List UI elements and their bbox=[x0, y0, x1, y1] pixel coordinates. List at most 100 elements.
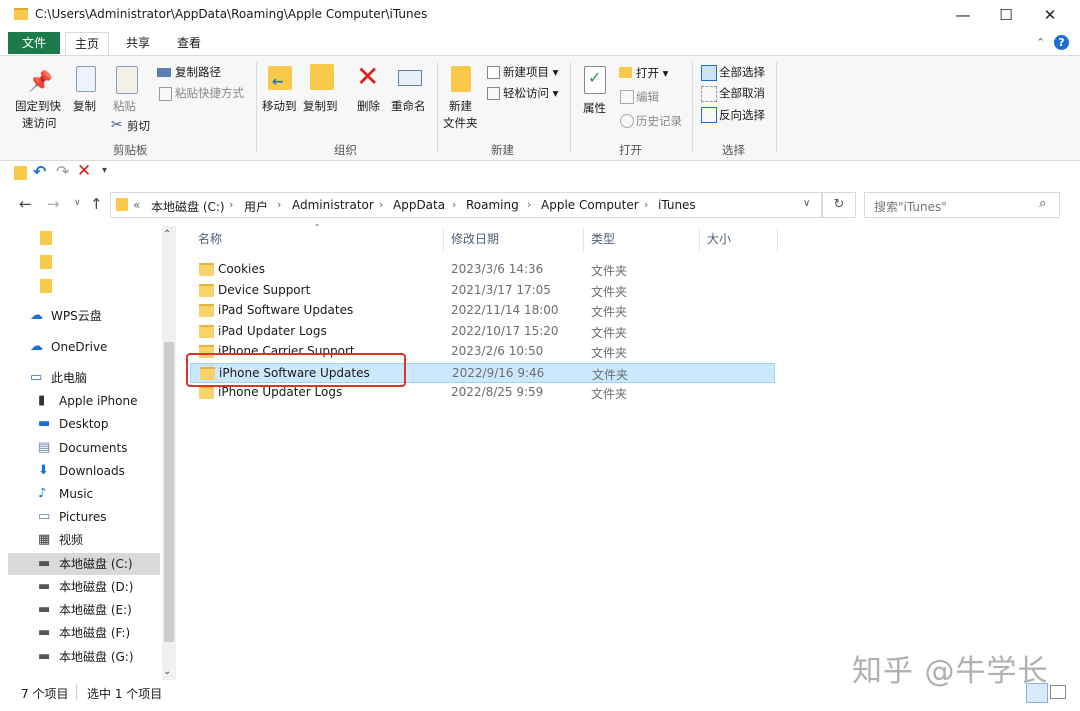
sidebar-item-label: Apple iPhone bbox=[59, 394, 138, 408]
invert-selection-button[interactable]: 反向选择 bbox=[719, 107, 765, 123]
refresh-icon[interactable]: ↻ bbox=[822, 192, 856, 218]
search-box[interactable]: 搜索"iTunes" ⌕ bbox=[864, 192, 1060, 218]
pin-quick-access-label-1[interactable]: 固定到快 bbox=[15, 98, 61, 114]
status-divider bbox=[76, 684, 77, 700]
column-divider[interactable] bbox=[777, 228, 778, 252]
tab-view[interactable]: 查看 bbox=[168, 32, 210, 54]
search-input[interactable]: 搜索"iTunes" bbox=[874, 198, 947, 215]
file-row[interactable]: Cookies 2023/3/6 14:36 文件夹 bbox=[190, 260, 775, 280]
tab-share[interactable]: 共享 bbox=[117, 32, 159, 54]
redo-icon[interactable]: ↷ bbox=[56, 162, 69, 181]
forward-icon[interactable]: → bbox=[47, 195, 60, 213]
history-button[interactable]: 历史记录 bbox=[636, 113, 682, 129]
folder-icon[interactable] bbox=[40, 231, 52, 245]
new-folder-button-line2[interactable]: 文件夹 bbox=[443, 115, 478, 131]
sidebar-item[interactable]: ☁ WPS云盘 bbox=[8, 305, 160, 327]
copy-path-button[interactable]: 复制路径 bbox=[175, 64, 221, 80]
easy-access-icon bbox=[487, 87, 500, 100]
up-icon[interactable]: ↑ bbox=[90, 195, 103, 213]
column-divider[interactable] bbox=[583, 228, 584, 252]
crumb-roaming[interactable]: Roaming bbox=[466, 198, 519, 212]
sidebar-item[interactable]: ⬇ Downloads bbox=[8, 460, 160, 482]
copy-button[interactable]: 复制 bbox=[73, 98, 96, 114]
back-icon[interactable]: ← bbox=[19, 195, 32, 213]
paste-icon bbox=[116, 66, 138, 94]
pin-quick-access-label-2[interactable]: 速访问 bbox=[22, 115, 57, 131]
recent-locations-icon[interactable]: ∨ bbox=[74, 198, 81, 208]
paste-button[interactable]: 粘贴 bbox=[113, 98, 136, 114]
sidebar-item[interactable]: ♪ Music bbox=[8, 483, 160, 505]
open-button[interactable]: 打开 ▾ bbox=[636, 65, 668, 81]
sidebar-item[interactable]: ▬ 本地磁盘 (D:) bbox=[8, 576, 160, 598]
select-none-button[interactable]: 全部取消 bbox=[719, 85, 765, 101]
delete-icon[interactable]: ✕ bbox=[77, 161, 91, 181]
column-header-name[interactable]: 名称 bbox=[198, 230, 222, 247]
sidebar-item[interactable]: ▭ 此电脑 bbox=[8, 367, 160, 389]
sidebar-item[interactable]: ▬ Desktop bbox=[8, 413, 160, 435]
easy-access-button[interactable]: 轻松访问 ▾ bbox=[503, 85, 558, 101]
sidebar-item[interactable]: ▮ Apple iPhone bbox=[8, 390, 160, 412]
crumb-users[interactable]: 用户 bbox=[244, 198, 268, 215]
delete-button[interactable]: 删除 bbox=[357, 98, 380, 114]
column-divider[interactable] bbox=[699, 228, 700, 252]
sidebar-item[interactable]: ▦ 视频 bbox=[8, 529, 160, 551]
undo-icon[interactable]: ↶ bbox=[33, 162, 46, 181]
help-icon[interactable]: ? bbox=[1054, 35, 1069, 50]
crumb-apple-computer[interactable]: Apple Computer bbox=[541, 198, 639, 212]
scroll-up-icon[interactable]: ⌃ bbox=[163, 229, 171, 240]
crumb-itunes[interactable]: iTunes bbox=[658, 198, 696, 212]
cut-button[interactable]: 剪切 bbox=[127, 118, 150, 134]
new-item-button[interactable]: 新建项目 ▾ bbox=[503, 64, 558, 80]
ribbon-divider bbox=[256, 62, 257, 152]
tab-home[interactable]: 主页 bbox=[65, 32, 110, 55]
ribbon-divider bbox=[776, 62, 777, 152]
address-bar[interactable]: « 本地磁盘 (C:) › 用户 › Administrator › AppDa… bbox=[110, 192, 822, 218]
crumb-administrator[interactable]: Administrator bbox=[292, 198, 374, 212]
edit-button[interactable]: 编辑 bbox=[636, 89, 659, 105]
maximize-button[interactable]: ☐ bbox=[983, 0, 1029, 30]
address-dropdown-icon[interactable]: ∨ bbox=[803, 198, 810, 209]
folder-icon[interactable] bbox=[40, 255, 52, 269]
file-row[interactable]: Device Support 2021/3/17 17:05 文件夹 bbox=[190, 281, 775, 301]
sort-ascending-icon: ⌃ bbox=[313, 223, 322, 234]
select-all-button[interactable]: 全部选择 bbox=[719, 64, 765, 80]
file-row[interactable]: iPad Software Updates 2022/11/14 18:00 文件夹 bbox=[190, 301, 775, 321]
folder-icon bbox=[199, 263, 214, 276]
large-icons-view-icon[interactable] bbox=[1050, 685, 1066, 699]
file-row[interactable]: iPad Updater Logs 2022/10/17 15:20 文件夹 bbox=[190, 322, 775, 342]
file-type: 文件夹 bbox=[591, 387, 628, 401]
rename-button[interactable]: 重命名 bbox=[391, 98, 426, 114]
scroll-down-icon[interactable]: ⌄ bbox=[163, 666, 171, 677]
details-view-icon[interactable] bbox=[1026, 683, 1048, 703]
crumb-overflow[interactable]: « bbox=[133, 198, 140, 212]
copy-to-button[interactable]: 复制到 bbox=[303, 98, 338, 114]
paste-shortcut-button[interactable]: 粘贴快捷方式 bbox=[175, 85, 244, 101]
sidebar-item[interactable]: ▬ 本地磁盘 (C:) bbox=[8, 553, 160, 575]
clipboard-group-label: 剪贴板 bbox=[113, 143, 148, 157]
search-icon[interactable]: ⌕ bbox=[1039, 196, 1046, 211]
sidebar-item-label: Pictures bbox=[59, 510, 107, 524]
sidebar-item[interactable]: ▭ Pictures bbox=[8, 506, 160, 528]
pictures-icon: ▭ bbox=[38, 509, 51, 524]
move-to-button[interactable]: 移动到 bbox=[262, 98, 297, 114]
column-header-date[interactable]: 修改日期 bbox=[451, 230, 499, 247]
properties-button[interactable]: 属性 bbox=[583, 100, 606, 116]
close-button[interactable]: ✕ bbox=[1027, 0, 1073, 30]
sidebar-item[interactable]: ☁ OneDrive bbox=[8, 336, 160, 358]
crumb-appdata[interactable]: AppData bbox=[393, 198, 445, 212]
minimize-button[interactable]: — bbox=[940, 0, 986, 30]
column-divider[interactable] bbox=[443, 228, 444, 252]
tab-file[interactable]: 文件 bbox=[8, 32, 61, 54]
collapse-ribbon-icon[interactable]: ⌃ bbox=[1036, 36, 1045, 49]
sidebar-item[interactable]: ▬ 本地磁盘 (F:) bbox=[8, 622, 160, 644]
column-header-size[interactable]: 大小 bbox=[707, 230, 731, 247]
sidebar-item[interactable]: ▬ 本地磁盘 (G:) bbox=[8, 646, 160, 668]
folder-icon[interactable] bbox=[40, 279, 52, 293]
column-header-type[interactable]: 类型 bbox=[591, 230, 615, 247]
nav-scrollbar-thumb[interactable] bbox=[164, 342, 174, 642]
sidebar-item[interactable]: ▤ Documents bbox=[8, 437, 160, 459]
crumb-drive-c[interactable]: 本地磁盘 (C:) bbox=[151, 198, 225, 215]
sidebar-item[interactable]: ▬ 本地磁盘 (E:) bbox=[8, 599, 160, 621]
new-folder-button-line1[interactable]: 新建 bbox=[449, 98, 472, 114]
customize-toolbar-icon[interactable]: ▾ bbox=[102, 165, 107, 176]
